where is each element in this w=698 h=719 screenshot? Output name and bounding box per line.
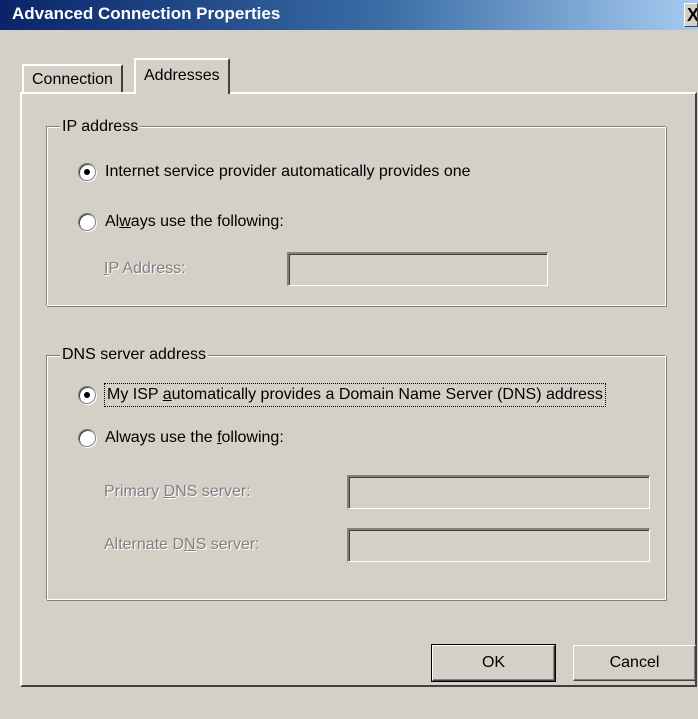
dns-auto-radio[interactable] bbox=[78, 386, 96, 404]
ip-manual-radio[interactable] bbox=[78, 213, 96, 231]
ip-manual-option[interactable]: Always use the following: bbox=[78, 211, 284, 233]
tab-connection[interactable]: Connection bbox=[22, 64, 123, 92]
alternate-dns-label: Alternate DNS server: bbox=[104, 536, 260, 553]
ip-address-field[interactable] bbox=[287, 252, 548, 286]
ip-auto-option[interactable]: Internet service provider automatically … bbox=[78, 161, 471, 183]
ip-manual-label: Always use the following: bbox=[105, 213, 284, 230]
tab-addresses[interactable]: Addresses bbox=[134, 58, 230, 94]
ip-address-label: IP Address: bbox=[104, 260, 186, 277]
dns-server-legend: DNS server address bbox=[60, 345, 209, 365]
primary-dns-field[interactable] bbox=[347, 475, 650, 509]
cancel-button[interactable]: Cancel bbox=[573, 645, 696, 681]
ip-address-legend: IP address bbox=[60, 117, 141, 137]
ok-button[interactable]: OK bbox=[431, 644, 556, 682]
ip-auto-radio[interactable] bbox=[78, 163, 96, 181]
alternate-dns-field[interactable] bbox=[347, 528, 650, 562]
dns-manual-label: Always use the following: bbox=[105, 429, 284, 446]
close-icon: X bbox=[687, 5, 698, 25]
primary-dns-label: Primary DNS server: bbox=[104, 483, 251, 500]
close-button[interactable]: X bbox=[684, 3, 698, 27]
dns-manual-radio[interactable] bbox=[78, 429, 96, 447]
ip-auto-label: Internet service provider automatically … bbox=[105, 163, 471, 180]
dns-manual-option[interactable]: Always use the following: bbox=[78, 427, 284, 449]
title-bar: Advanced Connection Properties X bbox=[0, 0, 698, 30]
dns-auto-label: My ISP automatically provides a Domain N… bbox=[104, 383, 606, 407]
dns-auto-option[interactable]: My ISP automatically provides a Domain N… bbox=[78, 383, 606, 407]
window-title: Advanced Connection Properties bbox=[12, 4, 281, 23]
